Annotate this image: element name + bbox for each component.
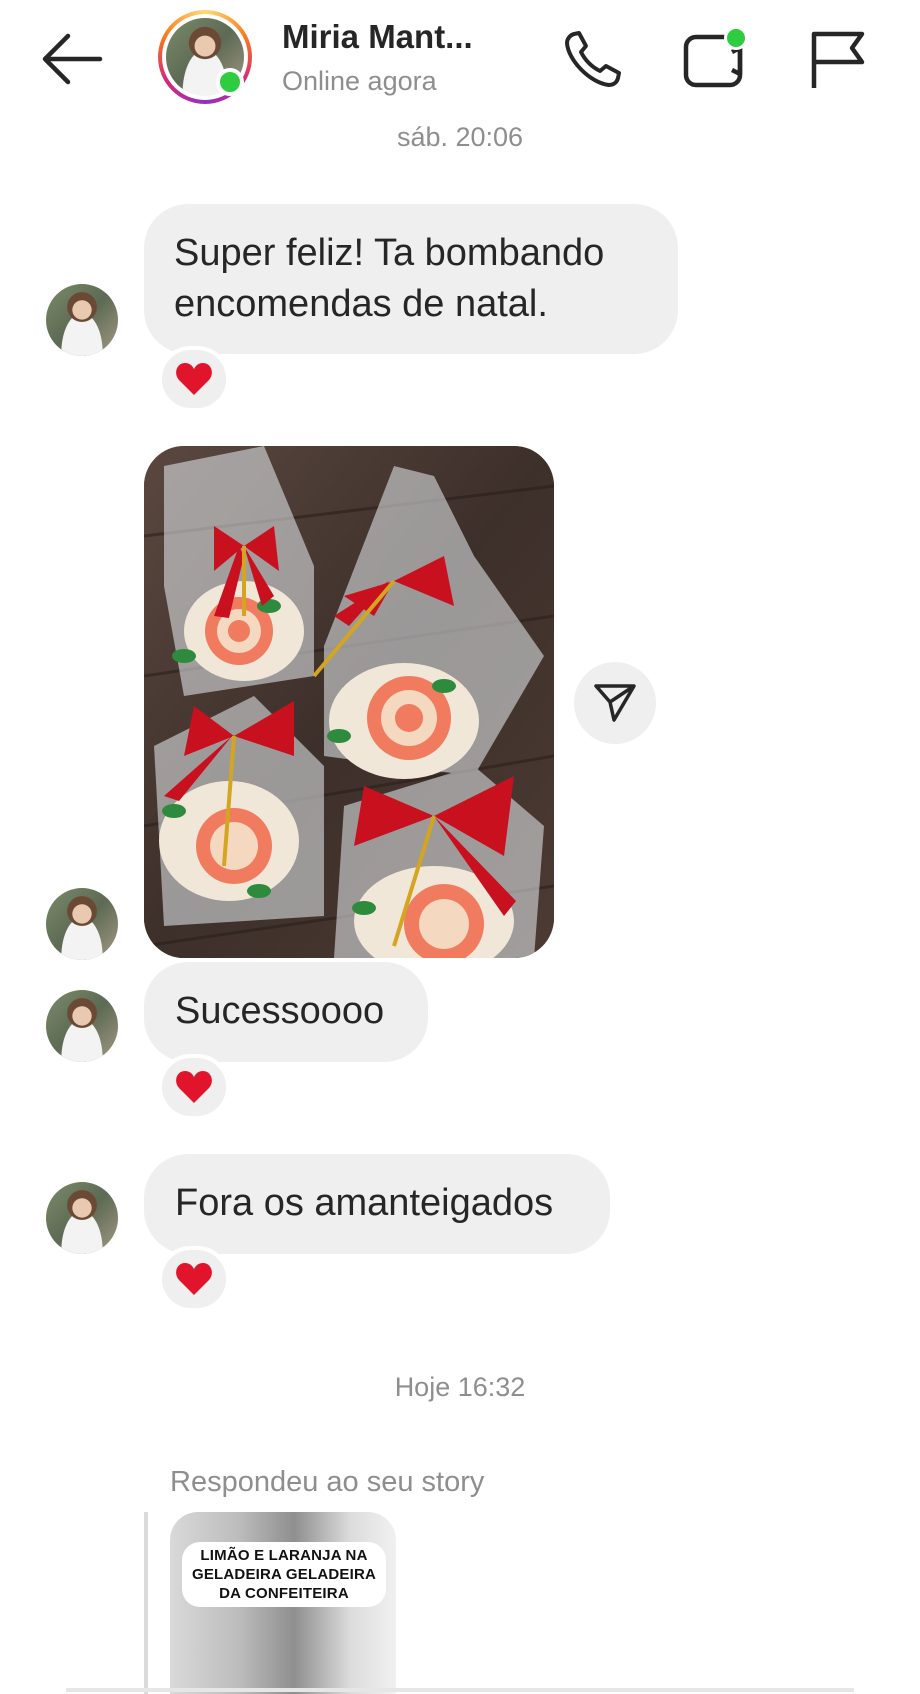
christmas-cookies-photo: [144, 446, 554, 958]
story-reply-bar: [144, 1512, 148, 1694]
timestamp-top: sáb. 20:06: [396, 122, 524, 148]
contact-name[interactable]: Miria Mant...: [282, 18, 473, 56]
phone-icon: [565, 31, 621, 87]
story-reply-label: Respondeu ao seu story: [170, 1466, 485, 1498]
story-caption: LIMÃO E LARANJA NA GELADEIRA GELADEIRA D…: [182, 1542, 386, 1607]
sender-avatar[interactable]: [46, 284, 118, 356]
sender-avatar[interactable]: [46, 888, 118, 960]
heart-icon: [176, 1071, 212, 1103]
video-active-dot: [724, 26, 748, 50]
share-photo-button[interactable]: [574, 662, 656, 744]
heart-reaction[interactable]: [158, 346, 230, 412]
back-arrow-icon: [42, 33, 103, 85]
photo-message[interactable]: [144, 446, 554, 958]
timestamp-today: Hoje 16:32: [394, 1372, 526, 1402]
bottom-divider: [66, 1688, 854, 1692]
report-button[interactable]: [806, 26, 872, 92]
online-status-dot: [216, 68, 244, 96]
heart-reaction[interactable]: [158, 1054, 230, 1120]
chat-header: Miria Mant... Online agora: [0, 0, 920, 118]
message-bubble[interactable]: Super feliz! Ta bombando encomendas de n…: [144, 204, 678, 354]
message-bubble[interactable]: Sucessoooo: [144, 962, 428, 1062]
contact-status: Online agora: [282, 66, 437, 96]
back-button[interactable]: [38, 30, 104, 88]
send-icon: [594, 684, 636, 722]
sender-avatar[interactable]: [46, 990, 118, 1062]
heart-reaction[interactable]: [158, 1246, 230, 1312]
story-thumbnail[interactable]: LIMÃO E LARANJA NA GELADEIRA GELADEIRA D…: [170, 1512, 396, 1694]
voice-call-button[interactable]: [560, 26, 626, 92]
heart-icon: [176, 363, 212, 395]
sender-avatar[interactable]: [46, 1182, 118, 1254]
message-bubble[interactable]: Fora os amanteigados: [144, 1154, 610, 1254]
heart-icon: [176, 1263, 212, 1295]
flag-icon: [811, 31, 865, 88]
